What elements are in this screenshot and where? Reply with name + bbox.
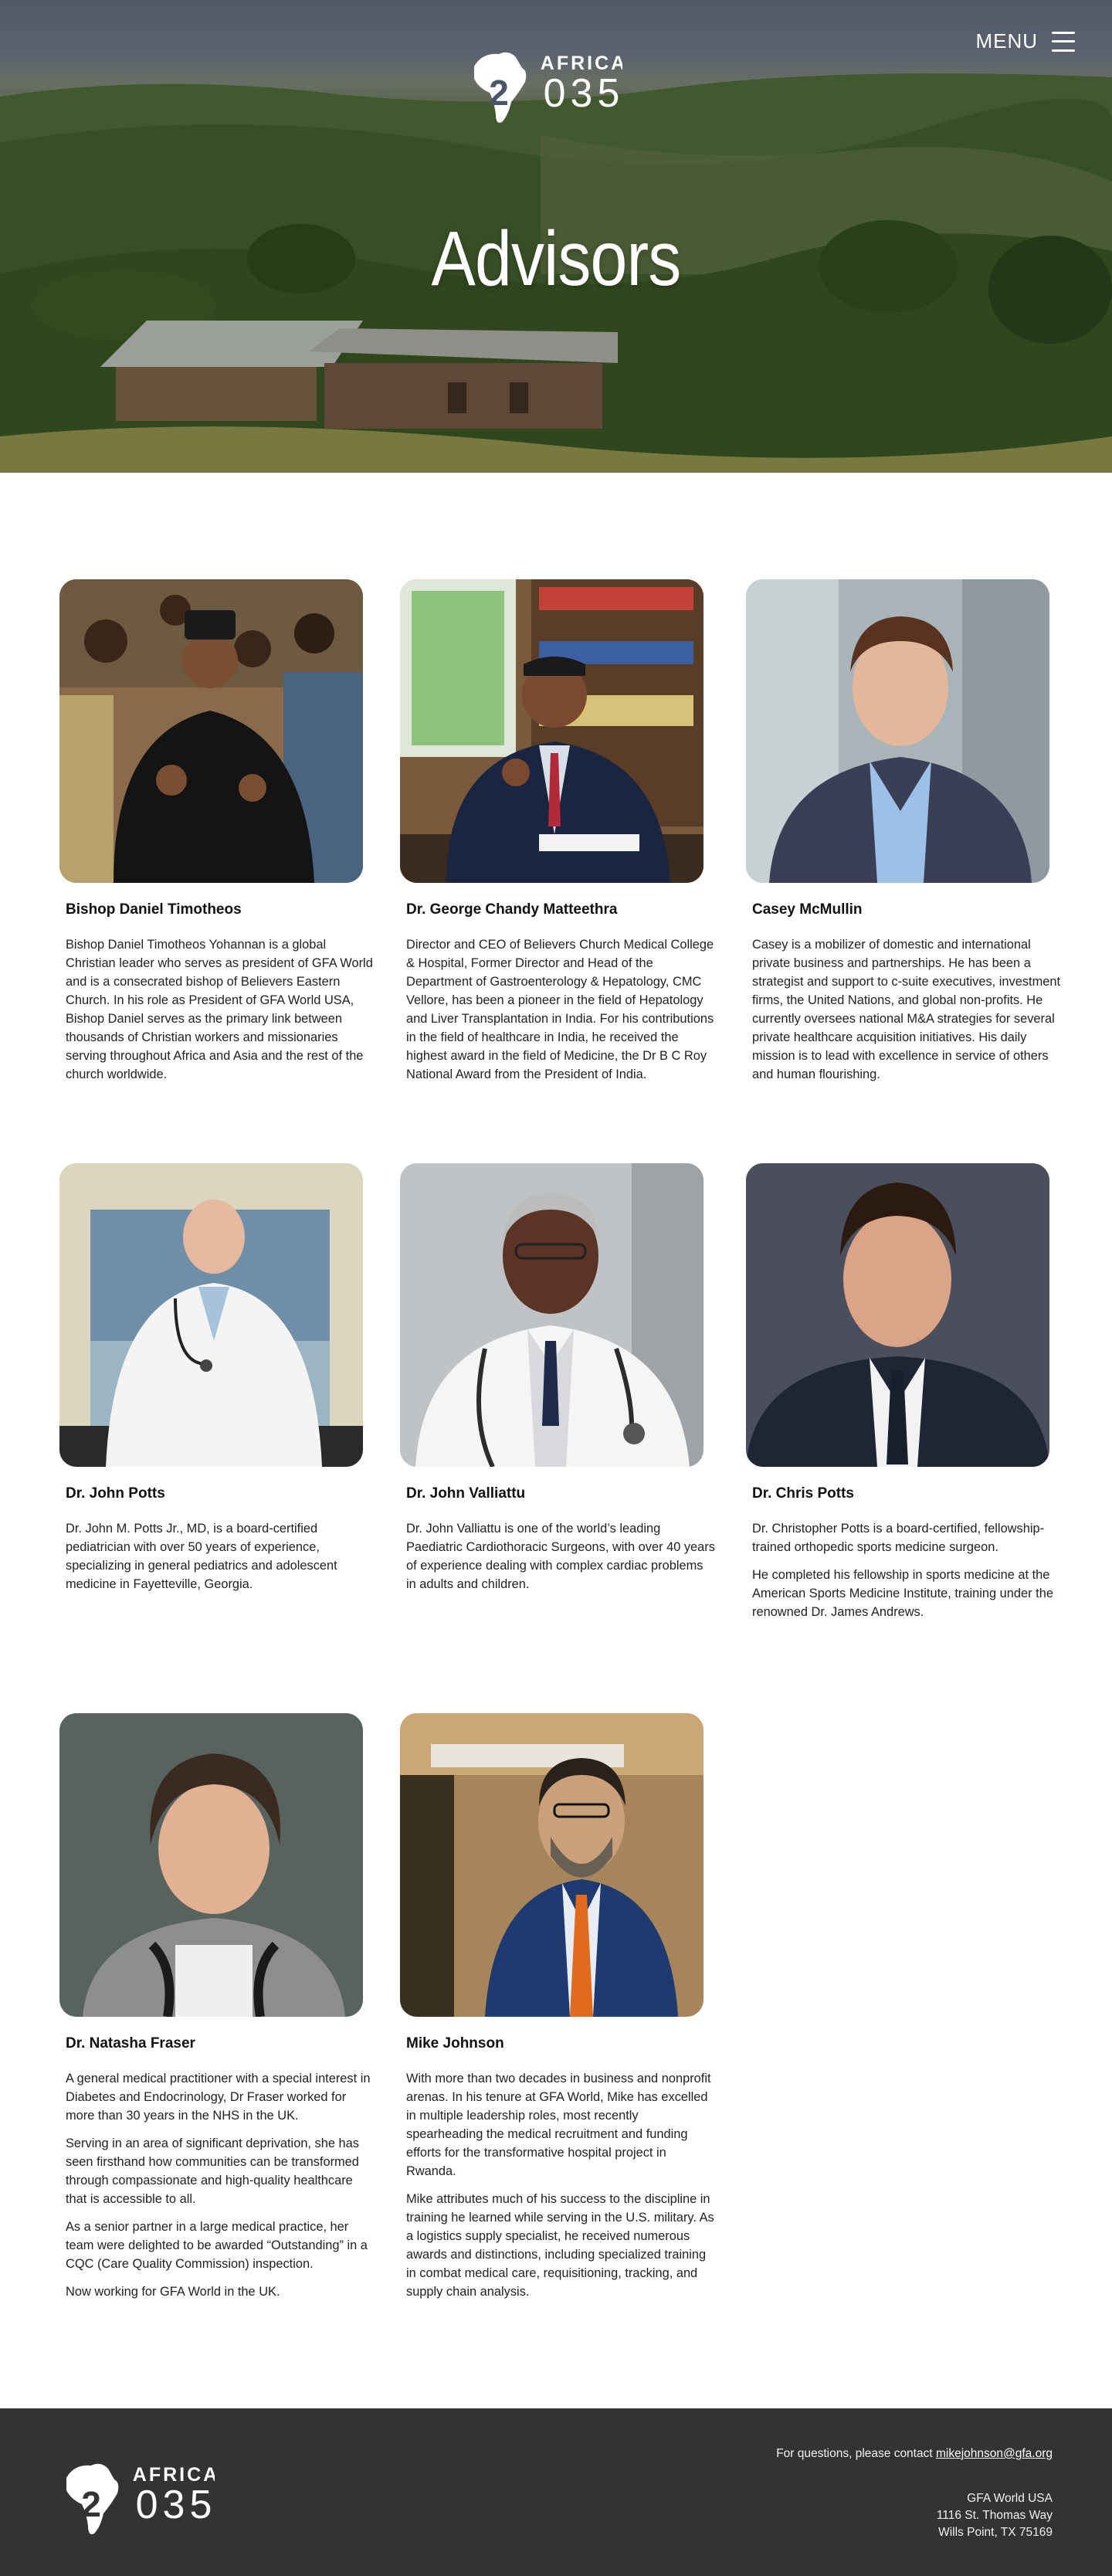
address-line: Wills Point, TX 75169 bbox=[938, 2526, 1053, 2539]
advisor-bio-paragraph: Dr. John Valliattu is one of the world’s… bbox=[406, 1522, 715, 1591]
advisor-card: Bishop Daniel Timotheos Bishop Daniel Ti… bbox=[59, 579, 373, 1084]
logo-two: 2 bbox=[489, 73, 509, 113]
advisor-bio: With more than two decades in business a… bbox=[406, 2069, 715, 2301]
advisor-bio: Dr. John Valliattu is one of the world’s… bbox=[406, 1519, 715, 1593]
advisor-bio: Dr. Christopher Potts is a board-certifi… bbox=[752, 1519, 1061, 1621]
advisor-card: Dr. George Chandy Matteethra Director an… bbox=[400, 579, 714, 1084]
advisor-bio: Casey is a mobilizer of domestic and int… bbox=[752, 935, 1061, 1084]
advisor-card: Dr. Chris Potts Dr. Christopher Potts is… bbox=[746, 1163, 1055, 1621]
advisor-photo bbox=[400, 1713, 703, 2017]
contact-prefix: For questions, please contact bbox=[776, 2447, 936, 2460]
footer: 2 AFRICA 035 For questions, please conta… bbox=[0, 2408, 1112, 2576]
menu-label: MENU bbox=[975, 29, 1038, 53]
advisor-bio-paragraph: He completed his fellowship in sports me… bbox=[752, 1568, 1053, 1619]
advisor-bio-paragraph: As a senior partner in a large medical p… bbox=[66, 2220, 368, 2271]
advisor-photo bbox=[400, 1163, 703, 1467]
advisor-name: Dr. John Valliattu bbox=[406, 1485, 526, 1502]
advisor-bio-paragraph: Dr. Christopher Potts is a board-certifi… bbox=[752, 1522, 1045, 1554]
advisor-bio: Director and CEO of Believers Church Med… bbox=[406, 935, 715, 1084]
advisor-photo bbox=[59, 1713, 363, 2017]
advisor-name: Dr. Natasha Fraser bbox=[66, 2035, 195, 2052]
advisor-card: Mike Johnson With more than two decades … bbox=[400, 1713, 714, 2301]
advisor-bio-paragraph: Mike attributes much of his success to t… bbox=[406, 2192, 714, 2299]
advisor-card: Dr. Natasha Fraser A general medical pra… bbox=[59, 1713, 371, 2301]
advisor-photo bbox=[59, 1163, 363, 1467]
menu-button[interactable]: MENU bbox=[975, 29, 1075, 53]
advisor-bio-paragraph: Director and CEO of Believers Church Med… bbox=[406, 938, 714, 1081]
logo-digits: 035 bbox=[136, 2483, 215, 2527]
advisor-name: Mike Johnson bbox=[406, 2035, 504, 2052]
hamburger-icon bbox=[1052, 31, 1075, 52]
contact-email-link[interactable]: mikejohnson@gfa.org bbox=[936, 2447, 1053, 2460]
advisor-bio: Dr. John M. Potts Jr., MD, is a board-ce… bbox=[66, 1519, 375, 1593]
advisor-bio-paragraph: Serving in an area of significant depriv… bbox=[66, 2136, 359, 2206]
advisor-photo bbox=[746, 579, 1049, 883]
advisor-name: Bishop Daniel Timotheos bbox=[66, 901, 242, 918]
advisor-bio-paragraph: A general medical practitioner with a sp… bbox=[66, 2072, 371, 2123]
advisor-card: Casey McMullin Casey is a mobilizer of d… bbox=[746, 579, 1060, 1084]
advisor-name: Dr. George Chandy Matteethra bbox=[406, 901, 618, 918]
hero-banner: 2 AFRICA 035 MENU Advisors bbox=[0, 0, 1112, 473]
africa-2035-logo[interactable]: 2 AFRICA 035 bbox=[60, 2456, 215, 2540]
page-title: Advisors bbox=[431, 216, 682, 302]
footer-address: GFA World USA 1116 St. Thomas Way Wills … bbox=[937, 2490, 1053, 2541]
advisors-section: Bishop Daniel Timotheos Bishop Daniel Ti… bbox=[0, 473, 1112, 2408]
address-line: 1116 St. Thomas Way bbox=[936, 2509, 1053, 2522]
advisor-card: Dr. John Potts Dr. John M. Potts Jr., MD… bbox=[59, 1163, 368, 1593]
contact-line: For questions, please contact mikejohnso… bbox=[776, 2447, 1053, 2461]
advisor-bio-paragraph: Dr. John M. Potts Jr., MD, is a board-ce… bbox=[66, 1522, 337, 1591]
africa-2035-logo[interactable]: 2 AFRICA 035 bbox=[468, 45, 622, 128]
advisor-photo bbox=[746, 1163, 1049, 1467]
advisor-bio: A general medical practitioner with a sp… bbox=[66, 2069, 375, 2301]
advisor-name: Casey McMullin bbox=[752, 901, 863, 918]
advisor-card: Dr. John Valliattu Dr. John Valliattu is… bbox=[400, 1163, 715, 1593]
advisor-name: Dr. John Potts bbox=[66, 1485, 165, 1502]
advisor-bio-paragraph: Now working for GFA World in the UK. bbox=[66, 2285, 280, 2299]
advisor-name: Dr. Chris Potts bbox=[752, 1485, 854, 1502]
logo-digits: 035 bbox=[544, 71, 622, 116]
advisor-bio: Bishop Daniel Timotheos Yohannan is a gl… bbox=[66, 935, 375, 1084]
address-line: GFA World USA bbox=[967, 2492, 1053, 2505]
advisor-photo bbox=[400, 579, 703, 883]
advisor-bio-paragraph: With more than two decades in business a… bbox=[406, 2072, 711, 2178]
advisor-bio-paragraph: Bishop Daniel Timotheos Yohannan is a gl… bbox=[66, 938, 373, 1081]
advisor-bio-paragraph: Casey is a mobilizer of domestic and int… bbox=[752, 938, 1061, 1081]
advisor-photo bbox=[59, 579, 363, 883]
logo-two: 2 bbox=[81, 2484, 101, 2524]
